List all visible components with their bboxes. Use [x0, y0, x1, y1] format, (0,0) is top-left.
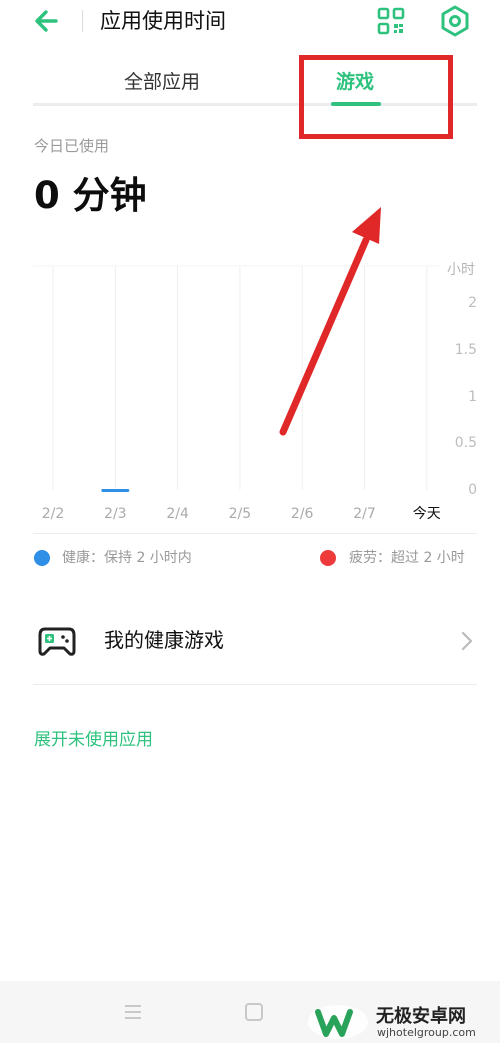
page-title: 应用使用时间	[100, 9, 226, 33]
chart-x-tick-label: 2/3	[104, 506, 127, 522]
tab-all-apps[interactable]: 全部应用	[124, 66, 200, 98]
healthy-games-row[interactable]: 我的健康游戏	[33, 605, 477, 681]
expand-unused-apps-link[interactable]: 展开未使用应用	[34, 726, 153, 754]
watermark-w-icon	[308, 1005, 368, 1039]
watermark-title: 无极安卓网	[376, 1006, 466, 1027]
settings-button[interactable]	[438, 4, 472, 38]
chart-x-tick-label: 2/2	[42, 506, 65, 522]
chart-bar	[101, 489, 130, 492]
usage-label: 今日已使用	[34, 137, 110, 155]
header-divider	[82, 10, 83, 32]
legend-divider	[33, 533, 477, 534]
gamepad-icon	[37, 623, 77, 659]
menu-icon	[125, 1005, 141, 1019]
chart-x-tick-label: 2/5	[229, 506, 252, 522]
home-square-icon	[245, 1003, 263, 1021]
row-divider	[33, 684, 477, 685]
chart-x-tick-label: 2/6	[291, 506, 314, 522]
usage-value: 0 分钟	[34, 174, 147, 217]
legend-healthy-label: 健康：保持 2 小时内	[62, 550, 192, 566]
usage-chart: 小时 2 1.5 1 0.5 0 2/2 2/3 2/4 2/5 2/6 2/7 今天	[33, 262, 477, 522]
chart-y-tick-label: 1	[468, 389, 477, 405]
nav-home-button[interactable]	[243, 1001, 265, 1023]
chevron-right-icon	[457, 629, 477, 653]
chart-y-tick-label: 2	[468, 295, 477, 311]
healthy-games-label: 我的健康游戏	[104, 628, 224, 652]
legend-healthy-dot	[34, 550, 50, 566]
annotation-highlight-box	[299, 55, 453, 139]
chart-y-tick-label: 0.5	[455, 435, 477, 451]
chart-x-tick-label: 2/7	[353, 506, 376, 522]
qr-code-button[interactable]	[374, 4, 408, 38]
chart-y-tick-label: 0	[468, 482, 477, 498]
chart-x-tick-label: 2/4	[166, 506, 189, 522]
nav-menu-button[interactable]	[122, 1001, 144, 1023]
legend-tired-dot	[320, 550, 336, 566]
legend-tired-label: 疲劳：超过 2 小时	[349, 550, 465, 566]
watermark-url: wjhotelgroup.com	[377, 1026, 476, 1039]
arrow-left-icon	[35, 10, 58, 32]
gear-icon	[441, 5, 469, 37]
chart-y-tick-label: 1.5	[455, 342, 477, 358]
back-button[interactable]	[28, 4, 68, 38]
chart-x-tick-label: 今天	[413, 506, 441, 522]
qr-code-icon	[377, 7, 405, 35]
chart-y-unit-label: 小时	[447, 262, 475, 278]
